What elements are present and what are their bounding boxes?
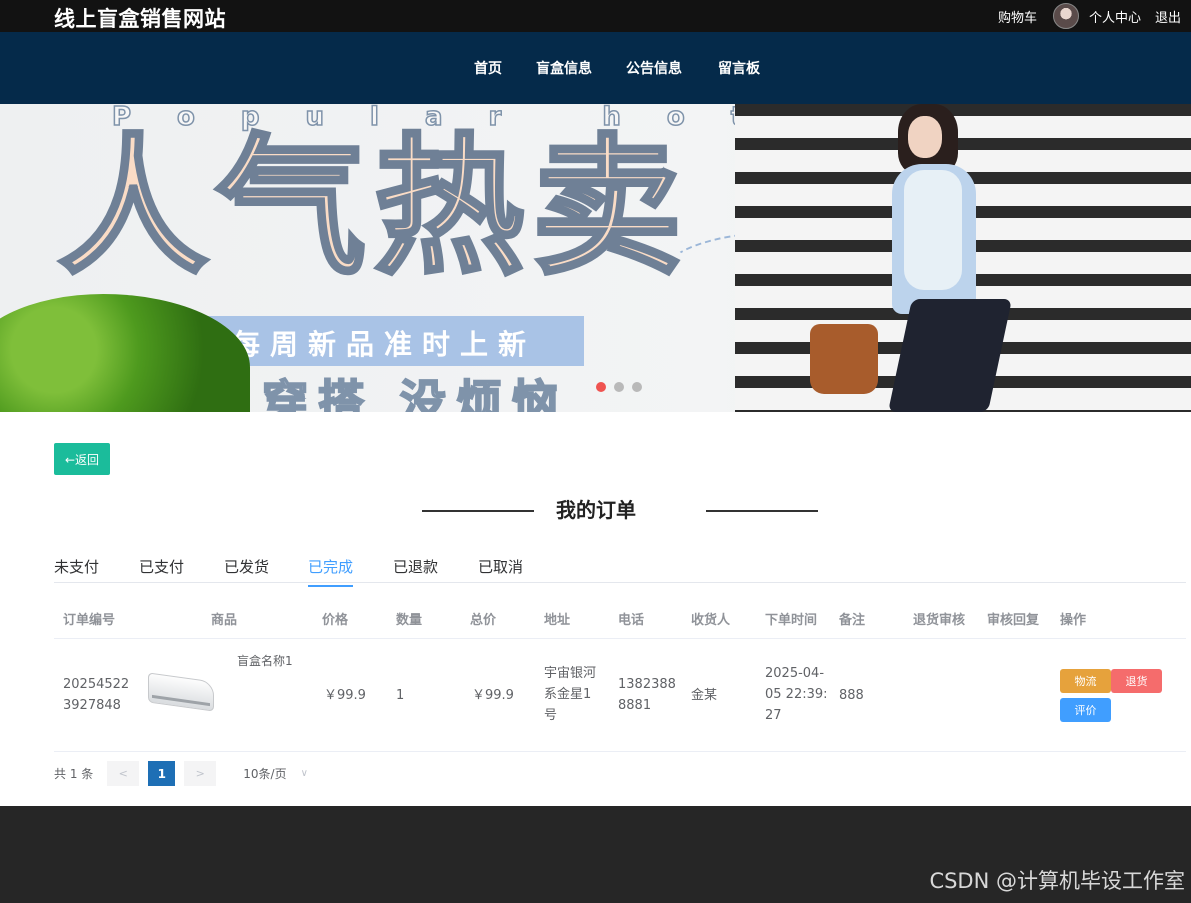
profile-link[interactable]: 个人中心 — [1089, 7, 1141, 26]
col-phone: 电话 — [618, 613, 645, 628]
site-title: 线上盲盒销售网站 — [54, 7, 226, 31]
footer: CSDN @计算机毕设工作室 — [0, 806, 1191, 903]
carousel-dot-1[interactable] — [596, 382, 606, 392]
prev-page-button[interactable]: < — [107, 761, 140, 786]
receiver: 金某 — [691, 688, 718, 703]
page-size-select[interactable]: 10条/页 ∨ — [243, 765, 308, 782]
top-bar: 线上盲盒销售网站 购物车 个人中心 退出 — [0, 0, 1191, 32]
col-return-review: 退货审核 — [913, 613, 966, 628]
col-order-time: 下单时间 — [765, 613, 818, 628]
carousel-dot-3[interactable] — [632, 382, 642, 392]
page-number-current[interactable]: 1 — [148, 761, 176, 786]
nav-item-message-board[interactable]: 留言板 — [718, 58, 760, 78]
banner-subline: 每周新品准时上新 — [232, 328, 537, 361]
tab-unpaid[interactable]: 未支付 — [54, 556, 99, 585]
col-remark: 备注 — [839, 613, 866, 628]
order-status-tabs: 未支付 已支付 已发货 已完成 已退款 已取消 — [54, 548, 1186, 587]
col-order-no: 订单编号 — [63, 613, 116, 628]
tab-shipped[interactable]: 已发货 — [224, 556, 269, 585]
chevron-down-icon: ∨ — [300, 768, 308, 779]
cart-link[interactable]: 购物车 — [998, 7, 1037, 26]
col-price: 价格 — [322, 613, 349, 628]
avatar[interactable] — [1052, 3, 1079, 29]
return-button[interactable]: 退货 — [1111, 669, 1162, 693]
logout-link[interactable]: 退出 — [1155, 7, 1181, 26]
col-total: 总价 — [470, 613, 497, 628]
col-receiver: 收货人 — [691, 613, 731, 628]
next-page-button[interactable]: > — [184, 761, 217, 786]
pagination: 共 1 条 < 1 > 10条/页 ∨ — [54, 761, 308, 786]
col-review-reply: 审核回复 — [987, 613, 1040, 628]
nav-item-notice[interactable]: 公告信息 — [626, 58, 682, 78]
page-title: 我的订单 — [556, 498, 636, 522]
logistics-button[interactable]: 物流 — [1060, 669, 1111, 693]
col-address: 地址 — [544, 613, 571, 628]
orders-table: 订单编号 商品 价格 数量 总价 地址 电话 收货人 下单时间 备注 退货审核 … — [54, 596, 1186, 752]
page-size-value: 10条/页 — [243, 767, 287, 781]
carousel-dot-2[interactable] — [614, 382, 624, 392]
table-row: 20254522 3927848 盲盒名称1 ￥99.9 1 ￥99.9 宇宙银… — [54, 639, 1186, 752]
total-price: ￥99.9 — [472, 688, 514, 703]
nav-item-home[interactable]: 首页 — [474, 58, 502, 78]
table-header: 订单编号 商品 价格 数量 总价 地址 电话 收货人 下单时间 备注 退货审核 … — [54, 596, 1186, 639]
pagination-total: 共 1 条 — [54, 767, 94, 781]
plant-image — [0, 294, 250, 412]
tab-completed[interactable]: 已完成 — [308, 556, 354, 587]
col-actions: 操作 — [1060, 613, 1087, 628]
carousel-indicators — [596, 382, 642, 392]
col-product: 商品 — [211, 613, 238, 628]
phone: 1382388 8881 — [618, 677, 676, 713]
watermark: CSDN @计算机毕设工作室 — [929, 869, 1185, 893]
quantity: 1 — [396, 688, 405, 703]
back-button[interactable]: ←返回 — [54, 443, 110, 475]
product-name[interactable]: 盲盒名称1 — [237, 651, 293, 672]
banner-headline: 人气热卖 — [56, 121, 691, 295]
review-button[interactable]: 评价 — [1060, 698, 1111, 722]
banner-bottom-text: 穿搭 没烦恼 — [261, 374, 569, 412]
tab-cancelled[interactable]: 已取消 — [478, 556, 523, 585]
nav-item-blindbox[interactable]: 盲盒信息 — [536, 58, 592, 78]
remark: 888 — [839, 688, 864, 703]
top-links: 购物车 个人中心 退出 — [998, 0, 1181, 32]
handbag-image — [810, 324, 878, 394]
main-nav: 首页 盲盒信息 公告信息 留言板 — [0, 32, 1191, 104]
price: ￥99.9 — [324, 688, 366, 703]
tab-paid[interactable]: 已支付 — [139, 556, 184, 585]
tab-refunded[interactable]: 已退款 — [393, 556, 438, 585]
banner-carousel[interactable]: Popular hot 人气热卖 每周新品准时上新 穿搭 没烦恼 — [0, 104, 1191, 412]
address: 宇宙银河 系金星1 号 — [544, 666, 597, 723]
title-line-right — [706, 510, 818, 512]
product-thumbnail — [146, 667, 218, 715]
order-time: 2025-04- 05 22:39: 27 — [765, 666, 828, 723]
model-image — [810, 104, 1020, 412]
col-qty: 数量 — [396, 613, 423, 628]
order-no: 20254522 3927848 — [63, 677, 130, 713]
